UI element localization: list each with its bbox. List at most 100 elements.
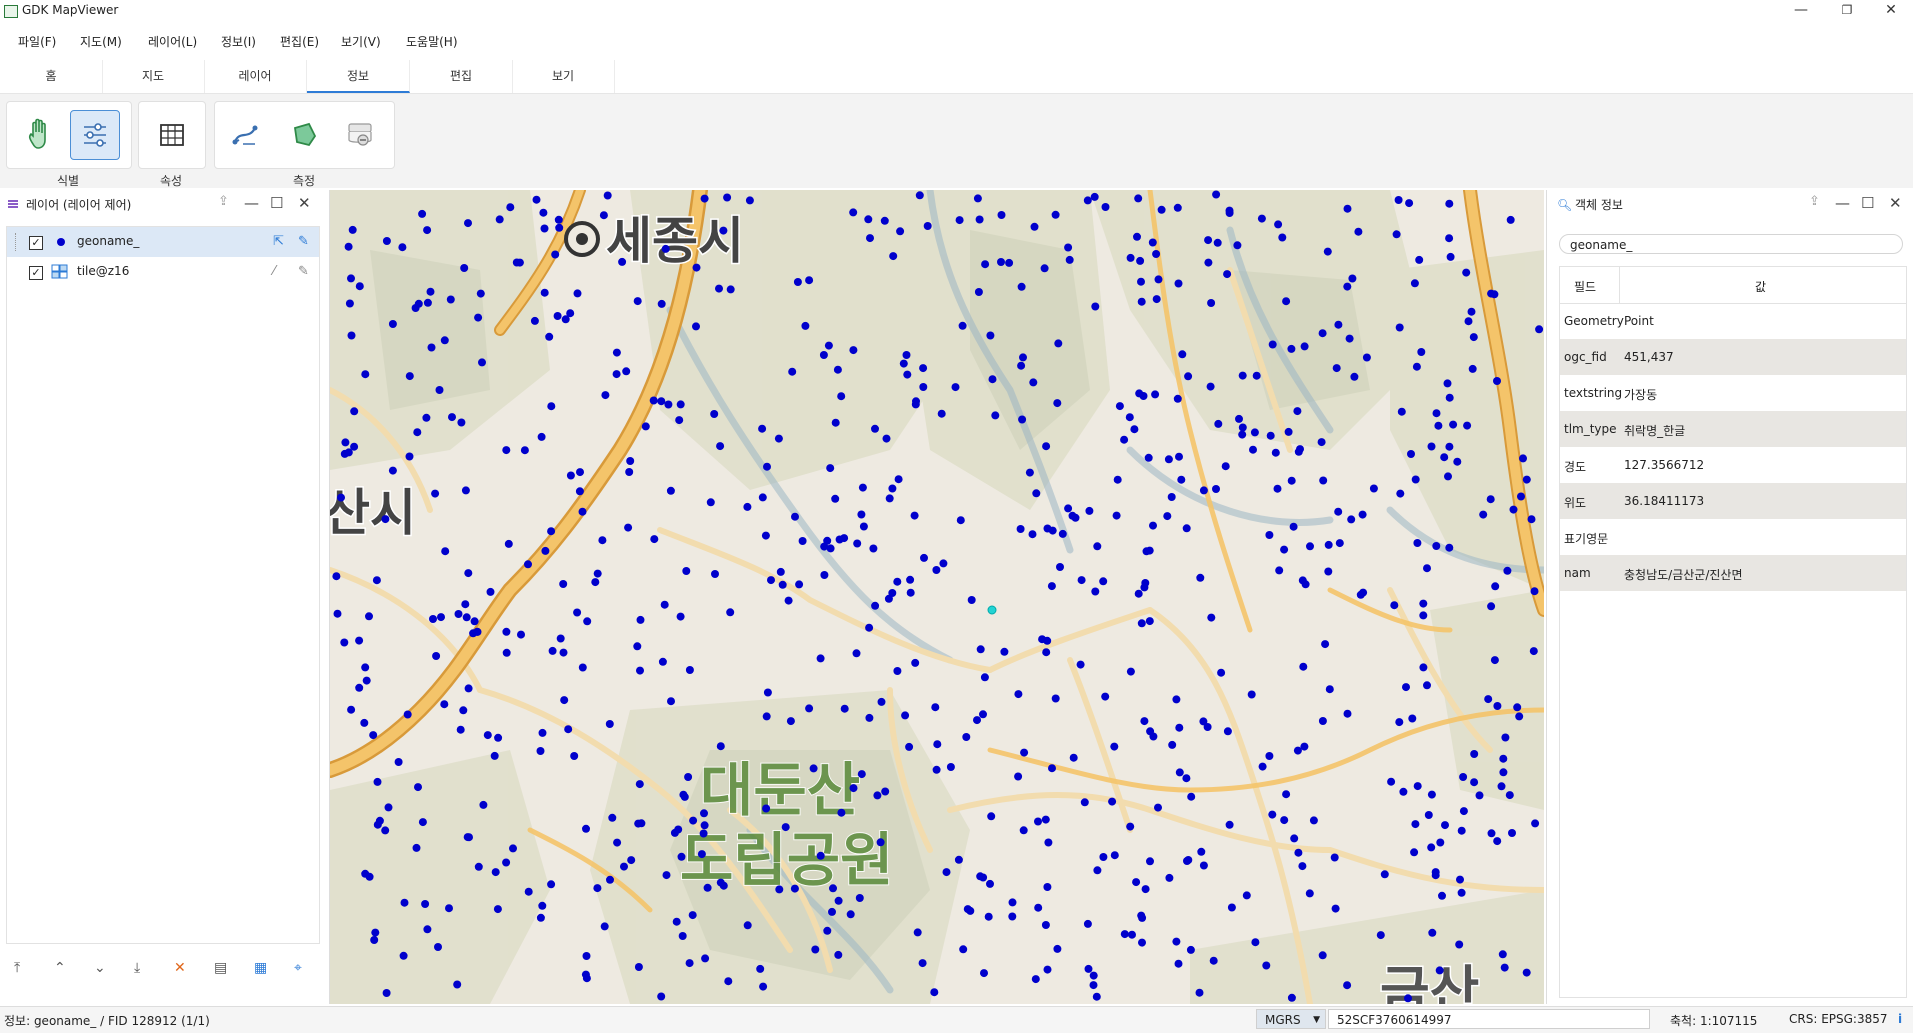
geoname-point[interactable] bbox=[697, 850, 706, 859]
geoname-point[interactable] bbox=[675, 416, 684, 425]
geoname-point[interactable] bbox=[1262, 961, 1271, 970]
geoname-point[interactable] bbox=[1077, 576, 1086, 585]
geoname-point[interactable] bbox=[434, 943, 442, 951]
coord-system-select[interactable]: MGRS ▼ bbox=[1256, 1009, 1326, 1029]
geoname-point[interactable] bbox=[1175, 768, 1184, 777]
geoname-point[interactable] bbox=[570, 752, 579, 760]
geoname-point[interactable] bbox=[421, 900, 430, 908]
geoname-point[interactable] bbox=[795, 580, 804, 589]
geoname-point[interactable] bbox=[1444, 472, 1452, 481]
geoname-point[interactable] bbox=[440, 700, 449, 709]
menu-map[interactable]: 지도(M) bbox=[80, 33, 122, 50]
table-row[interactable]: 표기영문 bbox=[1560, 519, 1906, 555]
geoname-point[interactable] bbox=[811, 945, 820, 954]
geoname-point[interactable] bbox=[373, 820, 382, 829]
geoname-point[interactable] bbox=[703, 883, 712, 892]
geoname-point[interactable] bbox=[871, 601, 880, 610]
geoname-point[interactable] bbox=[692, 322, 700, 331]
geoname-point[interactable] bbox=[1415, 255, 1424, 264]
geoname-point[interactable] bbox=[1419, 663, 1428, 672]
geoname-point[interactable] bbox=[778, 580, 787, 589]
geoname-point[interactable] bbox=[337, 493, 345, 502]
layer-properties-icon[interactable]: ▤ bbox=[214, 960, 227, 976]
info-icon[interactable]: i bbox=[1898, 1012, 1902, 1026]
geoname-point[interactable] bbox=[798, 537, 807, 545]
geoname-point[interactable] bbox=[865, 713, 874, 722]
geoname-point[interactable] bbox=[559, 580, 568, 588]
geoname-point[interactable] bbox=[1017, 282, 1026, 291]
geoname-point[interactable] bbox=[1108, 797, 1117, 806]
geoname-point[interactable] bbox=[1242, 891, 1251, 900]
geoname-point[interactable] bbox=[1423, 564, 1431, 573]
geoname-point[interactable] bbox=[1440, 453, 1449, 462]
geoname-point[interactable] bbox=[547, 402, 556, 411]
geoname-point[interactable] bbox=[1443, 379, 1452, 388]
geoname-point[interactable] bbox=[1214, 419, 1223, 428]
geoname-point[interactable] bbox=[1051, 694, 1060, 703]
geoname-point[interactable] bbox=[538, 728, 547, 737]
geoname-point[interactable] bbox=[603, 191, 612, 200]
geoname-point[interactable] bbox=[541, 546, 550, 555]
geoname-point[interactable] bbox=[1064, 243, 1073, 252]
geoname-point[interactable] bbox=[1184, 372, 1193, 381]
geoname-point[interactable] bbox=[362, 676, 371, 685]
geoname-point[interactable] bbox=[502, 446, 511, 455]
geoname-point[interactable] bbox=[831, 418, 840, 427]
geoname-point[interactable] bbox=[547, 880, 556, 889]
geoname-point[interactable] bbox=[1358, 510, 1367, 519]
pin-icon[interactable]: ⇪ bbox=[1809, 194, 1820, 209]
geoname-point[interactable] bbox=[1457, 888, 1466, 897]
geoname-point[interactable] bbox=[774, 434, 783, 443]
geoname-point[interactable] bbox=[464, 569, 473, 578]
geoname-point[interactable] bbox=[888, 484, 897, 493]
geoname-point[interactable] bbox=[1225, 209, 1234, 217]
geoname-point[interactable] bbox=[837, 808, 846, 817]
geoname-point[interactable] bbox=[866, 234, 874, 243]
geoname-point[interactable] bbox=[967, 596, 976, 604]
geoname-point[interactable] bbox=[1280, 816, 1289, 825]
geoname-point[interactable] bbox=[1115, 402, 1124, 411]
geoname-point[interactable] bbox=[1167, 493, 1176, 501]
geoname-point[interactable] bbox=[1497, 782, 1506, 791]
geoname-point[interactable] bbox=[1058, 529, 1067, 538]
geoname-point[interactable] bbox=[657, 299, 666, 308]
geoname-point[interactable] bbox=[369, 731, 378, 740]
geoname-point[interactable] bbox=[1499, 754, 1508, 763]
geoname-point[interactable] bbox=[1413, 782, 1422, 791]
geoname-point[interactable] bbox=[350, 442, 359, 451]
geoname-point[interactable] bbox=[606, 875, 614, 884]
geoname-point[interactable] bbox=[942, 868, 951, 877]
geoname-point[interactable] bbox=[1445, 234, 1454, 243]
geoname-point[interactable] bbox=[1041, 921, 1050, 929]
identify-settings-button[interactable] bbox=[70, 110, 120, 160]
move-bottom-icon[interactable]: ⤓ bbox=[134, 960, 140, 976]
geoname-point[interactable] bbox=[1126, 822, 1135, 831]
geoname-point[interactable] bbox=[457, 418, 466, 427]
geoname-point[interactable] bbox=[1251, 938, 1260, 947]
geoname-point[interactable] bbox=[1436, 838, 1445, 847]
geoname-point[interactable] bbox=[1137, 277, 1145, 286]
geoname-point[interactable] bbox=[893, 577, 902, 586]
menu-file[interactable]: 파일(F) bbox=[18, 33, 56, 50]
geoname-point[interactable] bbox=[1265, 752, 1274, 760]
geoname-point[interactable] bbox=[1417, 348, 1426, 356]
geoname-point[interactable] bbox=[637, 819, 646, 828]
geoname-point[interactable] bbox=[1396, 489, 1405, 498]
geoname-point[interactable] bbox=[532, 195, 541, 204]
geoname-point[interactable] bbox=[446, 295, 455, 304]
geoname-point[interactable] bbox=[1164, 455, 1173, 464]
geoname-point[interactable] bbox=[1140, 717, 1149, 726]
map-canvas[interactable]: 세종시 산시 대둔산 도립공원 금산 bbox=[330, 190, 1544, 1004]
geoname-point[interactable] bbox=[403, 710, 412, 719]
geoname-point[interactable] bbox=[635, 780, 644, 789]
geoname-point[interactable] bbox=[1056, 563, 1064, 571]
edit-layer-icon-disabled[interactable]: ✎ bbox=[298, 264, 309, 279]
attribute-table-icon[interactable]: ▦ bbox=[254, 960, 267, 976]
geoname-point[interactable] bbox=[414, 783, 422, 792]
geoname-point[interactable] bbox=[398, 243, 407, 252]
geoname-point[interactable] bbox=[545, 332, 554, 341]
geoname-point[interactable] bbox=[672, 917, 681, 926]
geoname-point[interactable] bbox=[763, 688, 772, 697]
geoname-point[interactable] bbox=[716, 878, 725, 887]
geoname-point[interactable] bbox=[1517, 492, 1525, 501]
